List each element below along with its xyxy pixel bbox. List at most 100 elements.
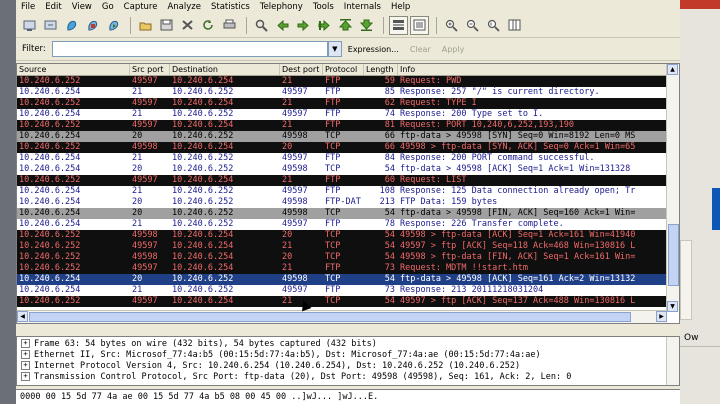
detail-row-ip[interactable]: + Internet Protocol Version 4, Src: 10.24… — [21, 361, 520, 372]
close-icon[interactable] — [680, 0, 720, 9]
expand-icon[interactable]: + — [21, 361, 30, 370]
column-header-info[interactable]: Info — [398, 64, 667, 75]
packet-row[interactable]: 10.240.6.252 49597 10.240.6.254 21 FTP 62 Requ… — [17, 98, 667, 109]
cell-source: 10.240.6.254 — [19, 219, 81, 229]
start-capture-icon[interactable] — [62, 16, 81, 35]
display-filter-input[interactable] — [51, 41, 328, 57]
go-back-icon[interactable] — [273, 16, 292, 35]
menu-go[interactable]: Go — [97, 2, 119, 12]
column-header-destination[interactable]: Destination — [170, 64, 280, 75]
packet-row[interactable]: 10.240.6.254 21 10.240.6.252 49597 FTP 78 Resp… — [17, 219, 667, 230]
normal-size-icon[interactable] — [484, 16, 503, 35]
background-scrollbar[interactable] — [680, 240, 692, 320]
cell-info: ftp-data > 49598 [SYN] Seq=0 Win=8192 Le… — [400, 131, 636, 141]
packet-row[interactable]: 10.240.6.252 49597 10.240.6.254 21 FTP 59 Requ… — [17, 76, 667, 87]
column-header-dest-port[interactable]: Dest port — [280, 64, 323, 75]
packet-row[interactable]: 10.240.6.252 49597 10.240.6.254 21 TCP 54 4959… — [17, 296, 667, 307]
cell-dest-port: 21 — [282, 76, 293, 86]
save-file-icon[interactable] — [157, 16, 176, 35]
menu-view[interactable]: View — [67, 2, 97, 12]
cell-protocol: FTP — [325, 263, 341, 273]
packet-row[interactable]: 10.240.6.254 20 10.240.6.252 49598 TCP 66 ftp-… — [17, 131, 667, 142]
colorize-icon[interactable] — [389, 15, 408, 35]
cell-source: 10.240.6.252 — [19, 296, 81, 306]
clear-filter-button[interactable]: Clear — [410, 45, 431, 54]
menu-statistics[interactable]: Statistics — [206, 2, 255, 12]
scroll-thumb[interactable] — [668, 224, 679, 286]
menu-tools[interactable]: Tools — [308, 2, 339, 12]
scroll-up-icon[interactable]: ▲ — [667, 64, 678, 75]
packet-row[interactable]: 10.240.6.254 20 10.240.6.252 49598 TCP 54 ftp-… — [17, 274, 667, 285]
open-file-icon[interactable] — [136, 16, 155, 35]
cell-dest-port: 49598 — [282, 208, 308, 218]
cell-source: 10.240.6.252 — [19, 142, 81, 152]
packet-row[interactable]: 10.240.6.254 21 10.240.6.252 49597 FTP 84 Resp… — [17, 153, 667, 164]
apply-filter-button[interactable]: Apply — [442, 45, 465, 54]
menu-internals[interactable]: Internals — [339, 2, 386, 12]
packet-list-vertical-scrollbar[interactable]: ▲ ▼ — [666, 64, 679, 312]
scroll-thumb[interactable] — [29, 312, 631, 322]
print-icon[interactable] — [220, 16, 239, 35]
packet-row[interactable]: 10.240.6.252 49597 10.240.6.254 21 FTP 60 Requ… — [17, 175, 667, 186]
go-last-icon[interactable] — [357, 16, 376, 35]
column-header-source[interactable]: Source — [17, 64, 130, 75]
resize-columns-icon[interactable] — [505, 16, 524, 35]
menu-telephony[interactable]: Telephony — [255, 2, 308, 12]
menu-analyze[interactable]: Analyze — [162, 2, 206, 12]
zoom-in-icon[interactable] — [442, 16, 461, 35]
detail-row-ethernet[interactable]: + Ethernet II, Src: Microsof_77:4a:b5 (00… — [21, 350, 541, 361]
packet-row[interactable]: 10.240.6.252 49598 10.240.6.254 20 TCP 54 4959… — [17, 252, 667, 263]
packet-row[interactable]: 10.240.6.254 20 10.240.6.252 49598 FTP-DAT 21… — [17, 197, 667, 208]
expand-icon[interactable]: + — [21, 350, 30, 359]
column-header-protocol[interactable]: Protocol — [323, 64, 364, 75]
packet-row[interactable]: 10.240.6.254 21 10.240.6.252 49597 FTP 73 Resp… — [17, 285, 667, 296]
restart-capture-icon[interactable] — [104, 16, 123, 35]
scroll-right-icon[interactable]: ▶ — [656, 311, 667, 322]
packet-list-horizontal-scrollbar[interactable]: ◀ ▶ — [17, 310, 667, 323]
packet-row[interactable]: 10.240.6.254 20 10.240.6.252 49598 TCP 54 ftp-… — [17, 208, 667, 219]
list-interfaces-icon[interactable] — [20, 16, 39, 35]
toolbar-separator — [130, 16, 131, 34]
menu-edit[interactable]: Edit — [40, 2, 66, 12]
go-first-icon[interactable] — [336, 16, 355, 35]
scroll-down-icon[interactable]: ▼ — [667, 301, 678, 312]
packet-row[interactable]: 10.240.6.252 49598 10.240.6.254 20 TCP 54 4959… — [17, 230, 667, 241]
find-packet-icon[interactable] — [252, 16, 271, 35]
expand-icon[interactable]: + — [21, 372, 30, 381]
cell-dest-port: 49597 — [282, 109, 308, 119]
packet-row[interactable]: 10.240.6.254 21 10.240.6.252 49597 FTP 74 Resp… — [17, 109, 667, 120]
go-to-packet-icon[interactable] — [315, 16, 334, 35]
packet-row[interactable]: 10.240.6.252 49597 10.240.6.254 21 TCP 54 4959… — [17, 241, 667, 252]
close-file-icon[interactable] — [178, 16, 197, 35]
autoscroll-icon[interactable] — [410, 15, 429, 35]
menu-capture[interactable]: Capture — [119, 2, 163, 12]
capture-options-icon[interactable] — [41, 16, 60, 35]
details-scrollbar[interactable] — [666, 337, 679, 385]
detail-row-tcp[interactable]: + Transmission Control Protocol, Src Port… — [21, 372, 571, 383]
expand-icon[interactable]: + — [21, 339, 30, 348]
menu-file[interactable]: File — [16, 2, 40, 12]
expression-button[interactable]: Expression... — [348, 45, 399, 54]
packet-row[interactable]: 10.240.6.252 49597 10.240.6.254 21 FTP 73 Requ… — [17, 263, 667, 274]
go-forward-icon[interactable] — [294, 16, 313, 35]
column-header-length[interactable]: Length — [364, 64, 398, 75]
cell-destination: 10.240.6.254 — [172, 76, 234, 86]
cell-length: 66 — [384, 131, 395, 141]
packet-row[interactable]: 10.240.6.252 49597 10.240.6.254 21 FTP 81 Requ… — [17, 120, 667, 131]
zoom-out-icon[interactable] — [463, 16, 482, 35]
filter-dropdown-button[interactable]: ▼ — [327, 41, 342, 57]
packet-row[interactable]: 10.240.6.254 20 10.240.6.252 49598 TCP 54 ftp-… — [17, 164, 667, 175]
reload-icon[interactable] — [199, 16, 218, 35]
packet-row[interactable]: 10.240.6.254 21 10.240.6.252 49597 FTP 85 Resp… — [17, 87, 667, 98]
scroll-left-icon[interactable]: ◀ — [17, 311, 28, 322]
packet-list-rows: 10.240.6.252 49597 10.240.6.254 21 FTP 59 Requ… — [17, 76, 667, 312]
stop-capture-icon[interactable] — [83, 16, 102, 35]
packet-row[interactable]: 10.240.6.252 49598 10.240.6.254 20 TCP 66 4959… — [17, 142, 667, 153]
cell-length: 66 — [384, 142, 395, 152]
column-header-src-port[interactable]: Src port — [130, 64, 170, 75]
menu-help[interactable]: Help — [386, 2, 415, 12]
packet-row[interactable]: 10.240.6.254 21 10.240.6.252 49597 FTP 108 Res… — [17, 186, 667, 197]
cell-src-port: 49597 — [132, 76, 158, 86]
background-tab[interactable]: Ow — [680, 330, 720, 347]
detail-row-frame[interactable]: + Frame 63: 54 bytes on wire (432 bits), … — [21, 339, 377, 350]
